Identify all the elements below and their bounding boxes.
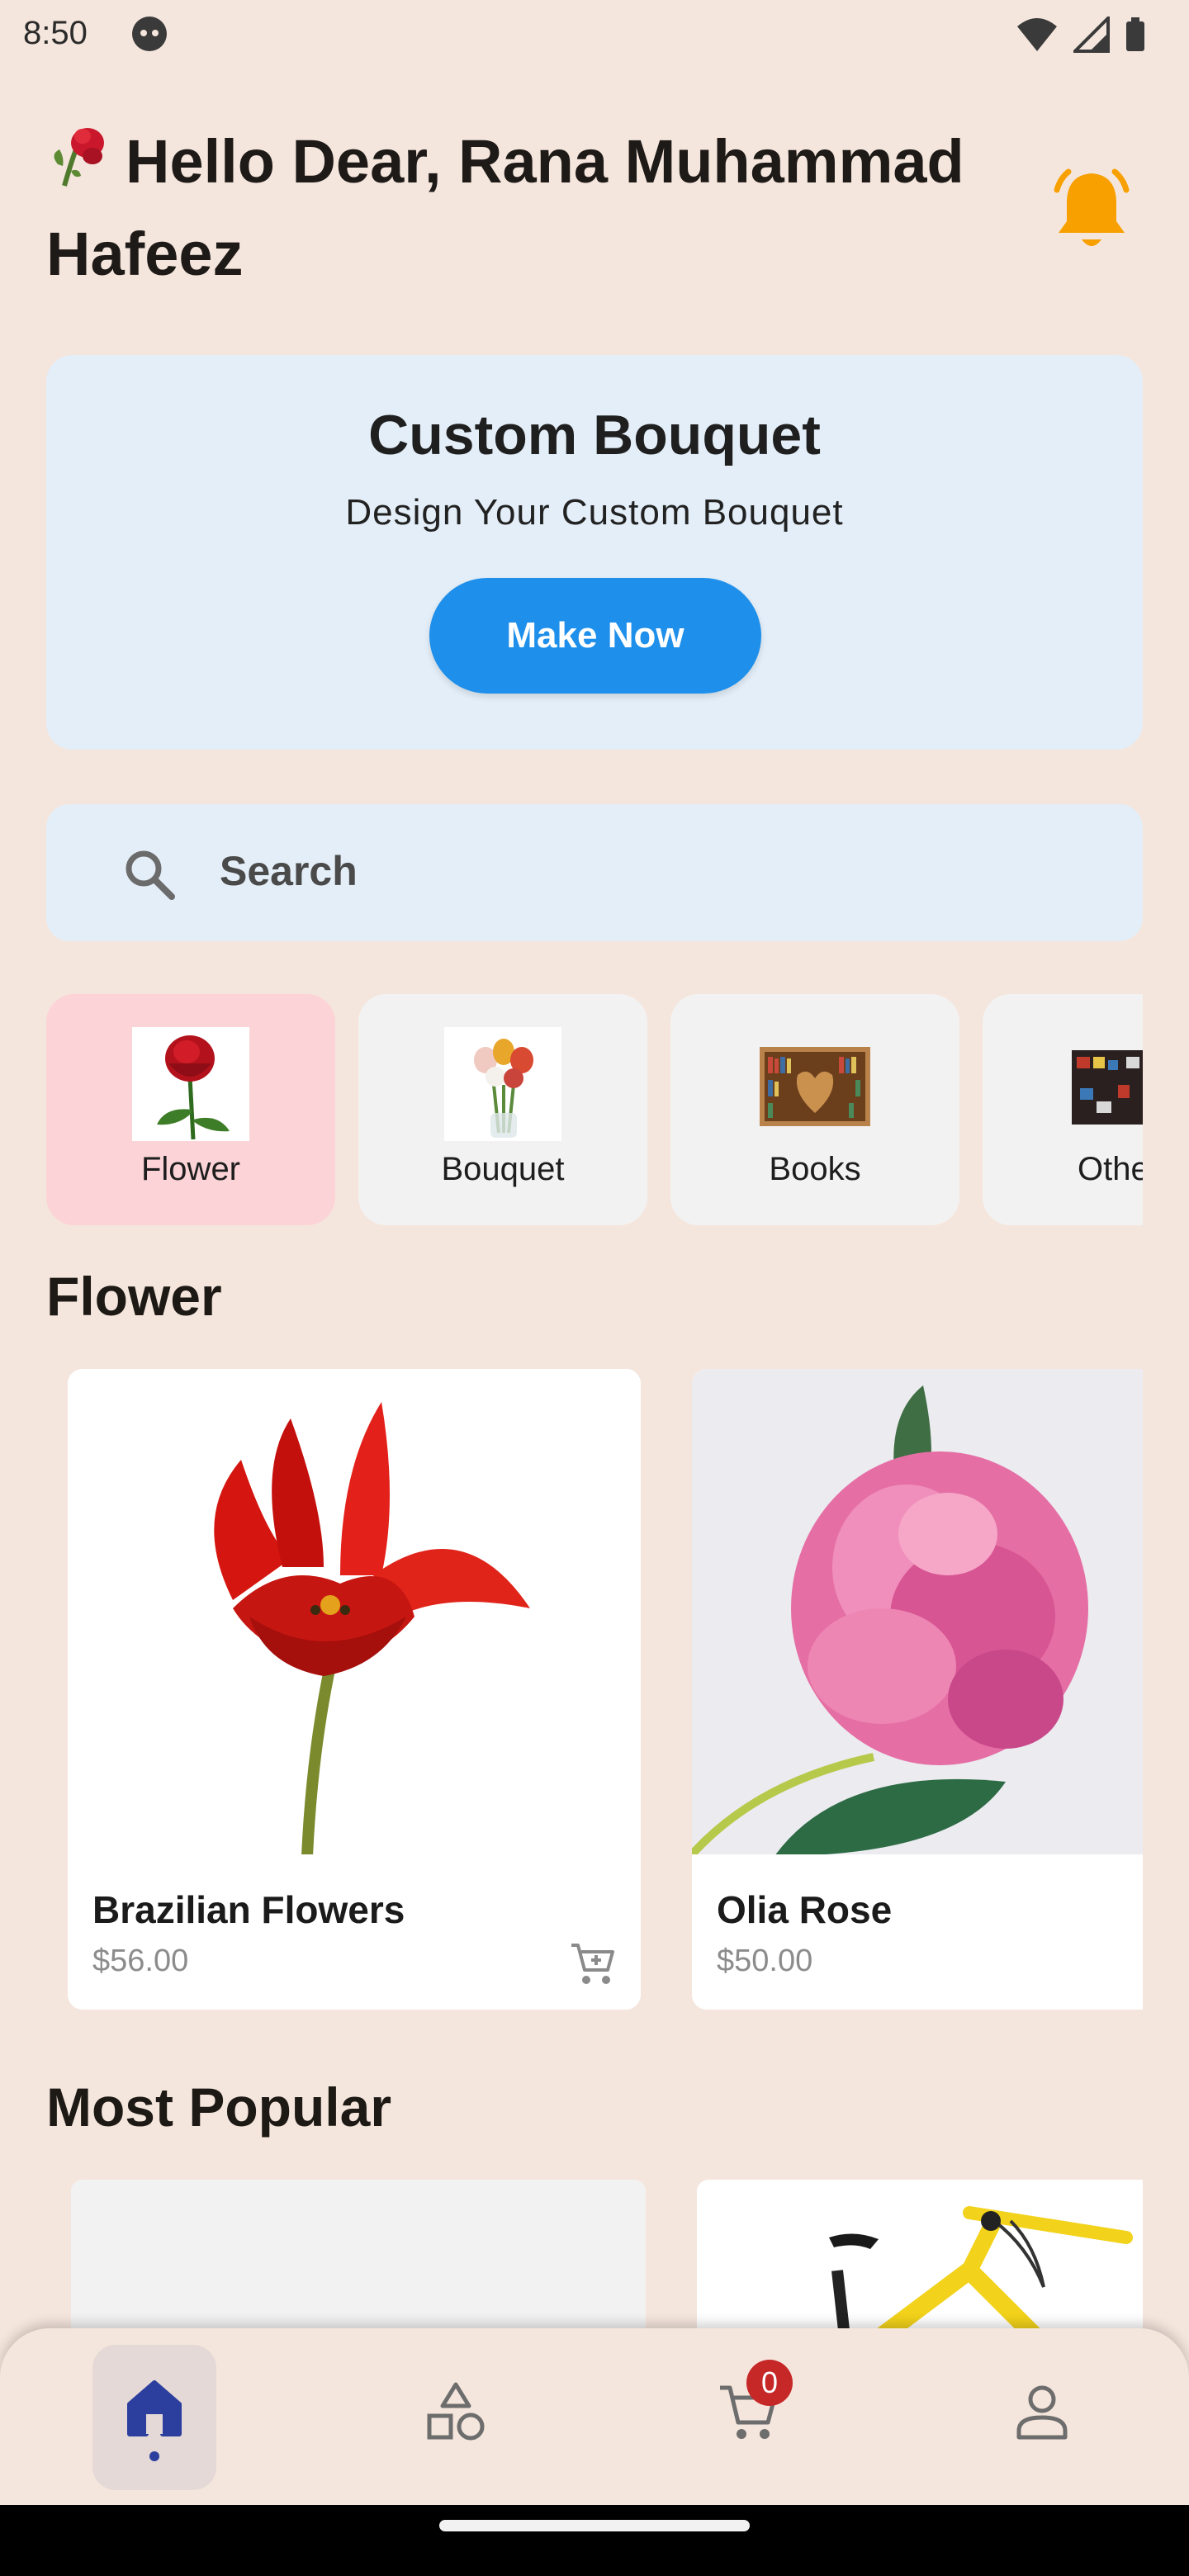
bottom-navigation [0,2328,1189,2505]
category-list: Flower Bouquet Books Othe [46,994,1143,1225]
product-card[interactable]: Brazilian Flowers $56.00 [68,1369,641,2010]
popular-product-card[interactable] [71,2180,646,2345]
profile-icon[interactable] [1009,2379,1075,2446]
product-price: $50.00 [717,1944,813,1978]
signal-icon [1073,17,1110,53]
category-others[interactable]: Others [983,994,1143,1225]
wifi-icon [1017,18,1057,51]
bouquet-image [444,1027,561,1141]
category-label: Flower [140,1151,241,1187]
product-name: Brazilian Flowers [92,1888,405,1931]
category-label: Books [769,1151,861,1187]
product-name: Olia Rose [717,1888,893,1931]
custom-bouquet-card: Custom Bouquet Design Your Custom Bouque… [46,355,1143,750]
search-input[interactable]: Search [220,847,358,895]
app-notification-icon [132,17,167,51]
system-navigation-bar [0,2505,1189,2576]
product-price: $56.00 [92,1944,189,1978]
home-gesture-handle[interactable] [439,2520,750,2531]
wilted-rose-icon [54,128,104,187]
cart-count-badge: 0 [746,2360,793,2406]
custom-bouquet-subtitle: Design Your Custom Bouquet [345,492,844,533]
red-tulip-image [68,1369,641,1854]
home-icon [127,2380,182,2436]
store-image [1068,1027,1143,1141]
product-card[interactable]: Olia Rose $50.00 [692,1369,1143,2010]
greeting-text: Hello Dear, Rana Muhammad Hafeez [46,127,964,288]
popular-product-card[interactable] [697,2180,1143,2345]
category-label: Others [1077,1151,1143,1187]
flower-product-list: Brazilian Flowers $56.00 Olia Rose $50.0… [46,1369,1143,2013]
category-books[interactable]: Books [670,994,959,1225]
popular-section-title: Most Popular [46,2076,392,2138]
notification-bell-icon[interactable] [1042,162,1141,261]
pink-peony-image [692,1369,1143,1854]
category-flower[interactable]: Flower [46,994,335,1225]
rose-image [132,1027,249,1141]
category-label: Bouquet [441,1151,565,1187]
status-time: 8:50 [23,15,88,51]
status-bar: 8:50 [0,0,1189,69]
greeting-heading: Hello Dear, Rana Muhammad Hafeez [46,116,1004,301]
bookshelf-image [756,1027,874,1141]
bicycle-image [829,2206,1133,2345]
search-icon [126,850,175,900]
nav-home-button[interactable] [92,2345,216,2490]
battery-icon [1126,17,1144,51]
custom-bouquet-title: Custom Bouquet [368,404,821,466]
popular-product-list [46,2180,1143,2345]
active-indicator-dot [149,2451,159,2461]
category-bouquet[interactable]: Bouquet [358,994,647,1225]
make-now-button[interactable]: Make Now [429,578,761,694]
flower-section-title: Flower [46,1266,222,1327]
add-to-cart-icon[interactable] [568,1939,618,1988]
categories-icon[interactable] [423,2379,489,2446]
status-icons [1016,17,1146,53]
search-bar[interactable]: Search [46,804,1143,941]
